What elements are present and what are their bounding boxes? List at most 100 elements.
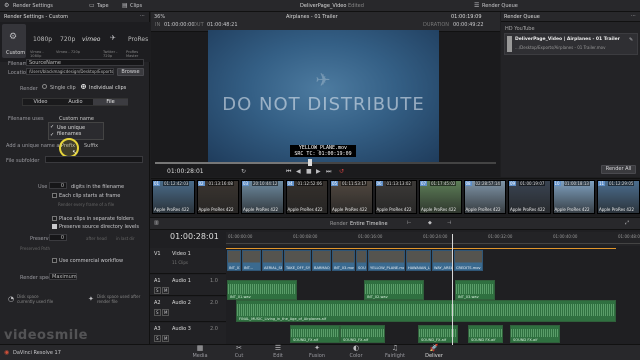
scrub-handle[interactable] bbox=[308, 159, 312, 166]
tab-file[interactable]: File bbox=[93, 99, 128, 105]
a1-mute-button[interactable]: M bbox=[162, 287, 170, 294]
viewer-scrubber[interactable] bbox=[155, 159, 496, 166]
video-clip[interactable]: BARMAO_P... bbox=[312, 250, 331, 271]
track-header-v1[interactable]: V1 Video 1 11 Clips bbox=[150, 248, 226, 274]
playhead[interactable] bbox=[452, 234, 453, 345]
a2-mute-button[interactable]: M bbox=[162, 309, 170, 316]
clip-thumbnail[interactable]: 09 01:00:19:07 Apple ProRes 422 bbox=[508, 180, 551, 214]
a2-solo-button[interactable]: S bbox=[154, 309, 161, 316]
render-range-select[interactable]: Entire Timeline bbox=[350, 221, 388, 227]
video-clip[interactable]: HAWAIIAN_L... bbox=[406, 250, 431, 271]
tab-audio[interactable]: Audio bbox=[58, 99, 93, 105]
clips-icon[interactable]: ▤ bbox=[122, 2, 128, 9]
marker-icon[interactable]: ◆ bbox=[428, 220, 432, 226]
preset-vimeo[interactable]: vimeo bbox=[82, 24, 102, 58]
after-head-option[interactable]: after head bbox=[86, 236, 107, 241]
timeline-view-icon[interactable]: ▥ bbox=[154, 220, 159, 226]
music-clip[interactable]: FINAL_MUSIC_Living_in_the_Age_of_Airplan… bbox=[236, 300, 616, 322]
render-queue-toggle[interactable]: Render Queue bbox=[482, 3, 518, 9]
clips-toggle[interactable]: Clips bbox=[130, 3, 142, 9]
page-tab-cut[interactable]: ✂ Cut bbox=[219, 344, 259, 360]
audio-clip[interactable]: INT_02.wav bbox=[364, 280, 424, 300]
stop-icon[interactable]: ■ bbox=[306, 168, 312, 175]
video-clip[interactable]: YELLOW_PLANE.mov bbox=[368, 250, 405, 271]
clip-thumbnail[interactable]: 05 01:11:53:17 Apple ProRes 422 bbox=[330, 180, 373, 214]
digits-input[interactable]: 0 bbox=[49, 182, 67, 189]
clip-thumbnail[interactable]: 11 01:12:29:05 Apple ProRes 422 bbox=[597, 180, 640, 214]
a3-solo-button[interactable]: S bbox=[154, 335, 161, 342]
page-tab-fairlight[interactable]: ♫ Fairlight bbox=[375, 344, 415, 360]
each-clip-checkbox[interactable]: Each clip starts at frame bbox=[52, 193, 120, 199]
tab-video[interactable]: Video bbox=[23, 99, 58, 105]
video-clip[interactable]: CREDITS.mov bbox=[454, 250, 483, 271]
sfx-clip[interactable]: SOUND FX.aif bbox=[468, 325, 503, 343]
individual-clips-radio[interactable] bbox=[81, 84, 86, 89]
page-tab-media[interactable]: ▦ Media bbox=[180, 344, 220, 360]
job-edit-icon[interactable]: ✎ bbox=[629, 37, 633, 43]
video-clip[interactable]: TAKE_OFF_SYD.mov bbox=[284, 250, 311, 271]
suffix-option[interactable]: Suffix bbox=[84, 143, 98, 149]
clip-thumbnail[interactable]: 10 01:00:18:13 Apple ProRes 422 bbox=[552, 180, 595, 214]
timeline-name[interactable]: Airplanes - 01 Trailer bbox=[286, 14, 338, 20]
preset-1080p[interactable]: 1080p Vimeo - 1080p bbox=[30, 24, 54, 58]
clip-thumbnail[interactable]: 04 01:12:52:06 Apple ProRes 422 bbox=[285, 180, 328, 214]
render-speed-select[interactable]: Maximum bbox=[49, 273, 77, 280]
in-timecode[interactable]: 01:00:00:00 bbox=[164, 22, 195, 28]
sfx-clip[interactable]: SOUND FX.aif bbox=[510, 325, 560, 343]
render-queue-icon[interactable]: ☰ bbox=[474, 2, 479, 9]
clip-thumbnail[interactable]: 01 01:12:42:03 Apple ProRes 422 bbox=[152, 180, 195, 214]
queue-more-icon[interactable]: ⋯ bbox=[631, 13, 636, 19]
more-options-icon[interactable]: ⋯ bbox=[140, 13, 145, 19]
sfx-clip[interactable]: SOUND_FX.aif bbox=[340, 325, 385, 343]
track-header-a1[interactable]: A1 Audio 1 1.0 S M bbox=[150, 275, 226, 296]
loop-icon[interactable]: ↻ bbox=[241, 168, 246, 175]
location-input[interactable]: /Users/blackmagicdesign/Desktop/Exports bbox=[26, 68, 114, 75]
tape-icon[interactable]: ▭ bbox=[89, 2, 95, 9]
zoom-timeline-icon[interactable]: ⤢ bbox=[625, 220, 629, 226]
preset-prores[interactable]: ProRes ProRes Master bbox=[126, 24, 150, 58]
tape-toggle[interactable]: Tape bbox=[97, 3, 109, 9]
zoom-level[interactable]: 36% bbox=[154, 14, 165, 20]
loop-red-icon[interactable]: ↺ bbox=[339, 168, 344, 175]
clip-thumbnail[interactable]: 07 01:17:45:02 Apple ProRes 422 bbox=[419, 180, 462, 214]
render-all-button[interactable]: Render All bbox=[601, 165, 636, 174]
in-out-icon[interactable]: ⊢ bbox=[407, 220, 411, 226]
page-tab-color[interactable]: ◐ Color bbox=[336, 344, 376, 360]
clip-thumbnail[interactable]: 02 01:13:16:08 Apple ProRes 422 bbox=[196, 180, 239, 214]
preset-720p[interactable]: 720p Vimeo - 720p bbox=[56, 24, 80, 58]
a1-solo-button[interactable]: S bbox=[154, 287, 161, 294]
preserve-count-input[interactable]: 0 bbox=[49, 234, 67, 241]
lock-icon[interactable]: ⊣ bbox=[447, 220, 451, 226]
sfx-clip[interactable]: SOUND_FX.aif bbox=[290, 325, 340, 343]
filename-input[interactable]: SourceName bbox=[26, 59, 144, 66]
audio-clip[interactable]: INT_01.wav bbox=[227, 280, 297, 300]
clip-thumbnail[interactable]: 06 01:13:13:02 Apple ProRes 422 bbox=[374, 180, 417, 214]
out-timecode[interactable]: 01:00:48:21 bbox=[207, 22, 238, 28]
track-header-a3[interactable]: A3 Audio 3 2.0 S M bbox=[150, 323, 226, 345]
single-clip-radio[interactable] bbox=[42, 84, 47, 89]
clip-thumbnail[interactable]: 08 02:28:57:14 Apple ProRes 422 bbox=[463, 180, 506, 214]
video-clip[interactable]: WAY_AREA... bbox=[432, 250, 453, 271]
render-settings-toggle[interactable]: Render Settings bbox=[13, 3, 53, 9]
video-clip[interactable]: SOUTH_P... bbox=[356, 250, 367, 271]
render-job[interactable]: DeliverPage_Video | Airplanes - 01 Trail… bbox=[504, 33, 638, 55]
clip-thumbnail[interactable]: 03 20:10:44:12 Apple ProRes 422 bbox=[241, 180, 284, 214]
place-clips-checkbox[interactable]: Place clips in separate folders bbox=[52, 216, 134, 222]
commercial-workflow-checkbox[interactable]: Use commercial workflow bbox=[52, 258, 123, 264]
use-unique-filenames-option[interactable]: Use unique filenames bbox=[57, 125, 103, 137]
preset-youtube[interactable]: ✈ Twitter - 720p bbox=[103, 24, 125, 58]
audio-clip[interactable]: INT_03.wav bbox=[455, 280, 495, 300]
a3-mute-button[interactable]: M bbox=[162, 335, 170, 342]
file-subfolder-input[interactable] bbox=[45, 156, 143, 163]
skip-back-icon[interactable]: ⏮ bbox=[286, 168, 291, 176]
in-last-dir-option[interactable]: in last dir bbox=[116, 236, 135, 241]
preset-custom[interactable]: ⚙ Custom bbox=[2, 24, 26, 58]
preserve-checkbox[interactable]: Preserve source directory levels bbox=[52, 224, 139, 230]
browse-button[interactable]: Browse bbox=[117, 68, 144, 76]
page-tab-deliver[interactable]: 🚀 Deliver bbox=[414, 344, 454, 360]
rewind-icon[interactable]: ◀ bbox=[296, 168, 301, 175]
page-tab-edit[interactable]: ☰ Edit bbox=[258, 344, 298, 360]
page-tab-fusion[interactable]: ✦ Fusion bbox=[297, 344, 337, 360]
video-clip[interactable]: INT_01.mov bbox=[227, 250, 241, 271]
track-header-a2[interactable]: A2 Audio 2 2.0 S M bbox=[150, 297, 226, 322]
